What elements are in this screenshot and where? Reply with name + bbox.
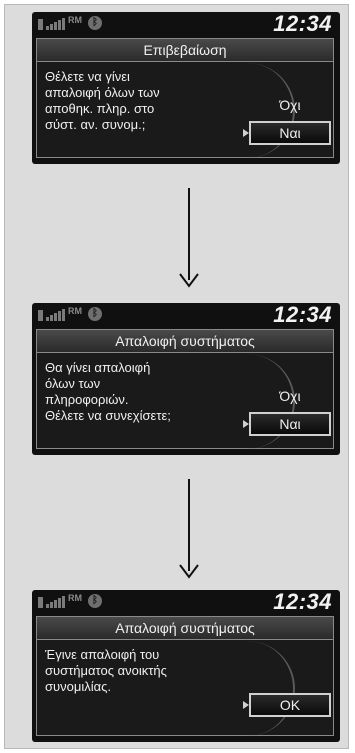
status-bar: RM ᛒ 12:34 [32, 589, 340, 614]
dialog-title: Απαλοιφή συστήματος [37, 617, 333, 640]
dialog-title: Απαλοιφή συστήματος [37, 330, 333, 353]
screen-system-clear-prompt: RM ᛒ 12:34 Απαλοιφή συστήματος Θα γίνει … [32, 302, 340, 455]
battery-icon [38, 19, 43, 30]
rm-label: RM [68, 15, 82, 25]
option-no[interactable]: Όχι [249, 93, 331, 117]
selector-arc [215, 641, 295, 736]
battery-icon [38, 597, 43, 608]
dialog-message: Έγινε απαλοιφή του συστήματος ανοικτής συν… [45, 647, 167, 694]
clear-system-dialog: Απαλοιφή συστήματος Θα γίνει απαλοιφή όλω… [36, 329, 334, 449]
clock: 12:34 [273, 302, 332, 327]
dialog-title: Επιβεβαίωση [37, 39, 333, 62]
rm-label: RM [68, 306, 82, 316]
ok-button[interactable]: OK [243, 693, 331, 717]
arrow-down-icon [177, 188, 201, 288]
clock: 12:34 [273, 11, 332, 36]
cleared-dialog: Απαλοιφή συστήματος Έγινε απαλοιφή του συ… [36, 616, 334, 736]
dialog-message: Θέλετε να γίνει απαλοιφή όλων των αποθηκ. … [45, 69, 160, 132]
status-bar: RM ᛒ 12:34 [32, 302, 340, 327]
battery-icon [38, 310, 43, 321]
option-yes[interactable]: Ναι [243, 121, 331, 145]
screen-system-cleared: RM ᛒ 12:34 Απαλοιφή συστήματος Έγινε απα… [32, 589, 340, 742]
instruction-panel: RM ᛒ 12:34 Επιβεβαίωση Θέλετε να γίνει απ… [4, 4, 349, 749]
status-bar: RM ᛒ 12:34 [32, 11, 340, 36]
rm-label: RM [68, 593, 82, 603]
option-yes[interactable]: Ναι [243, 412, 331, 436]
confirmation-dialog: Επιβεβαίωση Θέλετε να γίνει απαλοιφή όλων… [36, 38, 334, 158]
bluetooth-icon: ᛒ [88, 307, 102, 321]
screen-confirmation: RM ᛒ 12:34 Επιβεβαίωση Θέλετε να γίνει απ… [32, 11, 340, 164]
clock: 12:34 [273, 589, 332, 614]
bluetooth-icon: ᛒ [88, 16, 102, 30]
dialog-message: Θα γίνει απαλοιφή όλων των πληροφοριών. Θέλ… [45, 360, 171, 423]
bluetooth-icon: ᛒ [88, 594, 102, 608]
signal-strength-icon [46, 309, 65, 321]
signal-strength-icon [46, 18, 65, 30]
signal-strength-icon [46, 596, 65, 608]
option-no[interactable]: Όχι [249, 384, 331, 408]
arrow-down-icon [177, 479, 201, 579]
